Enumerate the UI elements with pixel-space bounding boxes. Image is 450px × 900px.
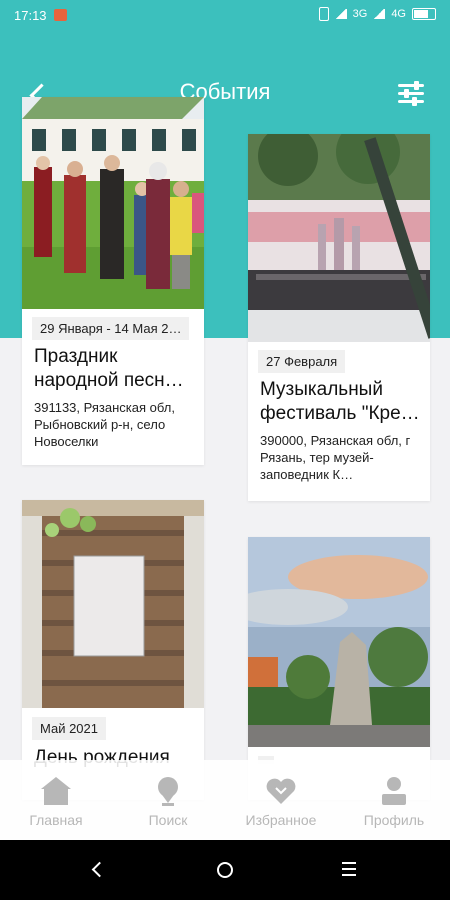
memorial-plaque-photo [22, 500, 204, 708]
event-card[interactable]: 29 Января - 14 Мая 2… Праздник народной … [22, 97, 204, 465]
event-card[interactable]: 27 Февраля Музыкальный фестиваль "Кре… 3… [248, 134, 430, 501]
nav-favorites[interactable]: Избранное [225, 760, 337, 840]
user-icon [382, 777, 406, 805]
music-festival-photo [248, 134, 430, 342]
event-title: Праздник народной песн… [34, 346, 184, 391]
status-time: 17:13 [14, 8, 47, 23]
nav-label: Избранное [245, 812, 317, 828]
notification-icon [54, 9, 67, 21]
event-date: Май 2021 [32, 717, 106, 740]
event-address: 390000, Рязанская обл, г Рязань, тер муз… [260, 433, 411, 482]
nav-label: Главная [29, 812, 83, 828]
system-back-icon[interactable] [91, 861, 108, 878]
event-card[interactable]: Май 2021 День рождения [22, 500, 204, 800]
system-menu-icon[interactable] [342, 862, 356, 876]
folk-festival-photo [22, 97, 204, 309]
status-bar: 17:13 3G 4G [0, 0, 450, 32]
heart-icon [266, 778, 296, 804]
event-address: 391133, Рязанская обл, Рыбновский р-н, с… [34, 400, 175, 449]
home-icon [41, 777, 71, 805]
nav-search[interactable]: Поиск [112, 760, 224, 840]
signal-icon [373, 9, 386, 19]
bottom-navigation: Главная Поиск Избранное Профиль [0, 760, 450, 840]
nav-home[interactable]: Главная [0, 760, 112, 840]
filter-button[interactable] [398, 81, 426, 106]
event-photo [248, 537, 430, 747]
nav-label: Профиль [363, 812, 425, 828]
nav-profile[interactable]: Профиль [338, 760, 450, 840]
monument-photo [248, 537, 430, 747]
event-photo [248, 134, 430, 342]
system-navigation-bar [0, 840, 450, 900]
event-date: 27 Февраля [258, 350, 346, 373]
event-photo [22, 500, 204, 708]
location-pin-icon [158, 777, 178, 806]
status-icons: 3G 4G [318, 7, 436, 21]
network-3g-label: 3G [352, 8, 368, 20]
nav-label: Поиск [148, 812, 188, 828]
event-title: Музыкальный фестиваль "Кре… [260, 379, 420, 424]
bluetooth-icon [318, 7, 329, 21]
event-photo [22, 97, 204, 309]
event-date: 29 Января - 14 Мая 2… [32, 317, 190, 340]
signal-icon [334, 9, 347, 19]
system-home-icon[interactable] [217, 862, 233, 878]
battery-icon [412, 8, 436, 20]
network-4g-label: 4G [391, 8, 406, 20]
